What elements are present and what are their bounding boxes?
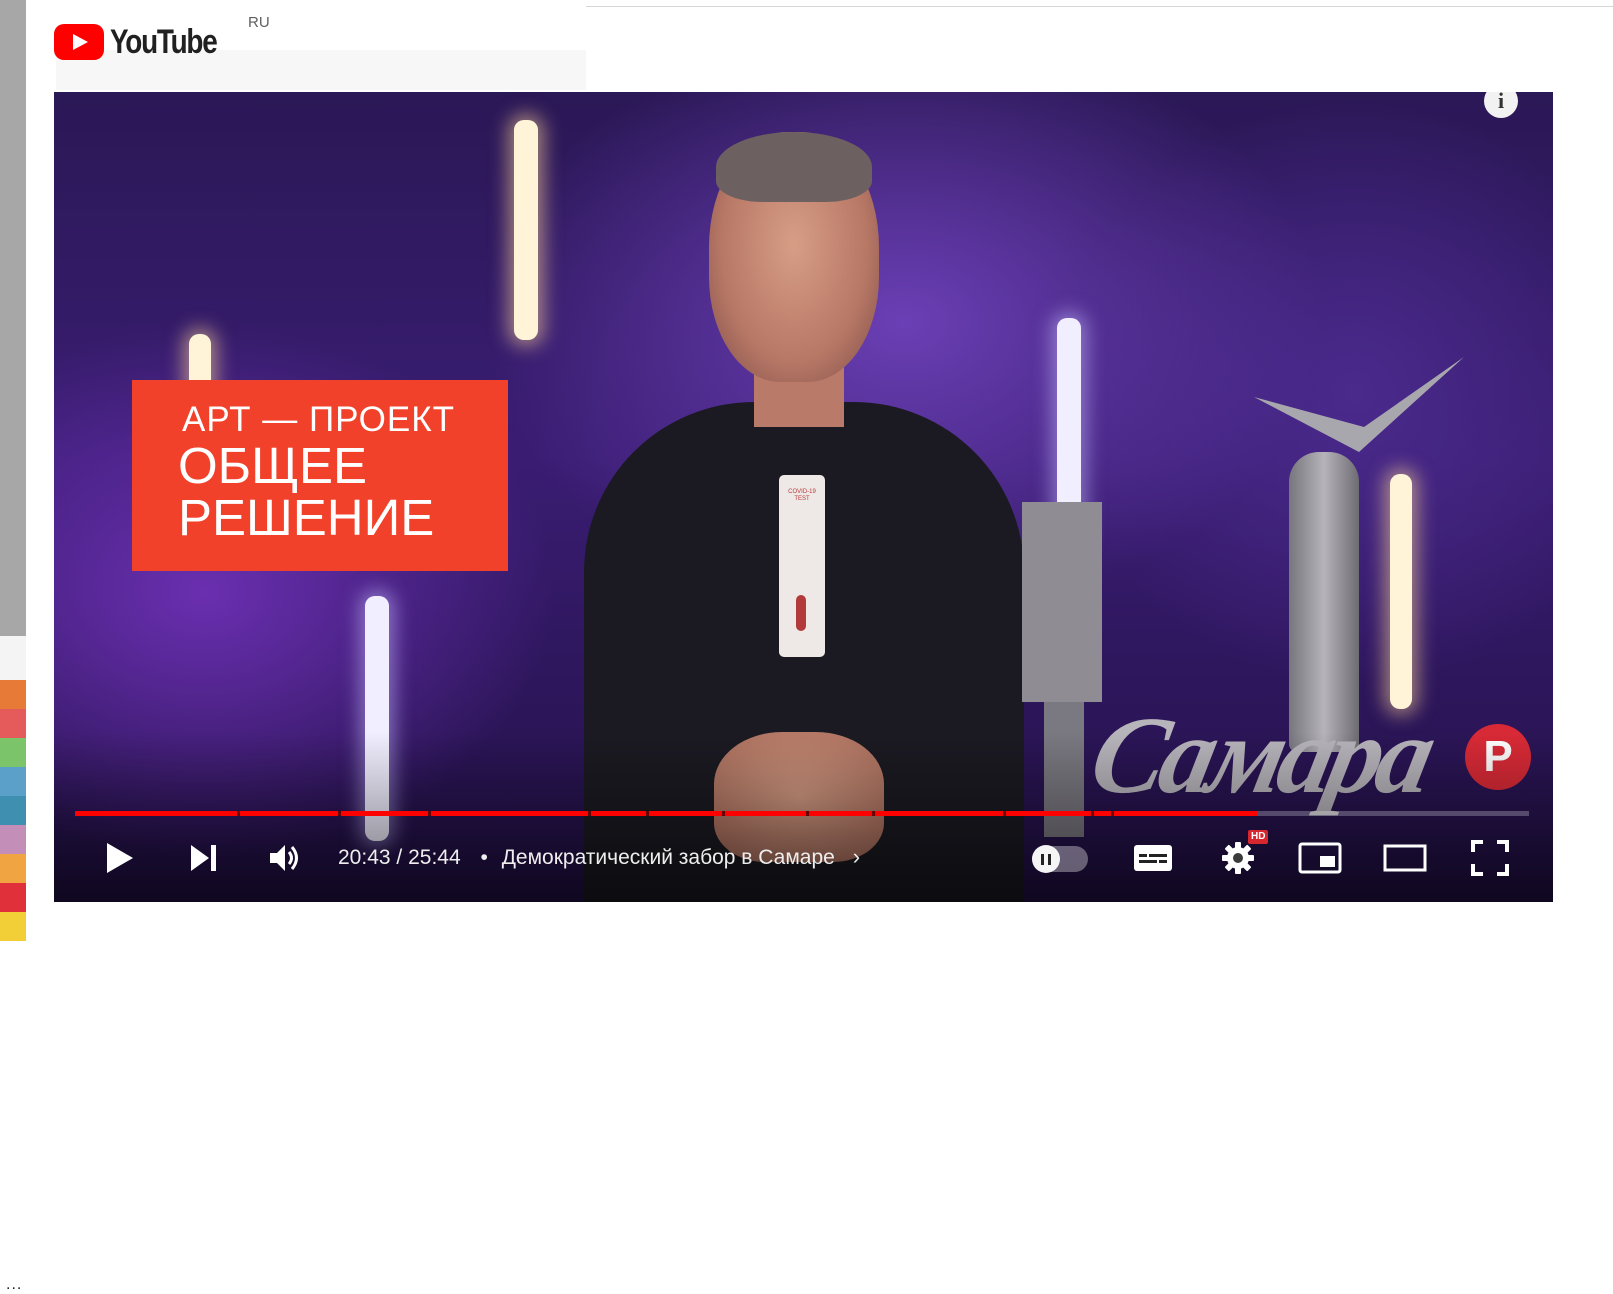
time-separator: / [396, 846, 403, 869]
fullscreen-icon [1471, 840, 1509, 876]
youtube-play-logo-icon [54, 24, 104, 60]
chapter-marker [338, 811, 341, 816]
youtube-header: YouTube RU [26, 0, 1613, 94]
color-swatch [0, 738, 26, 767]
volume-icon [270, 845, 298, 871]
autoplay-toggle[interactable] [1032, 845, 1088, 873]
neon-lamp [1390, 474, 1412, 709]
desktop-strip-gap: ... [0, 636, 26, 1293]
chapter-title[interactable]: Демократический забор в Самаре [502, 846, 835, 869]
chevron-right-icon[interactable]: › [853, 844, 860, 870]
region-code: RU [248, 14, 270, 31]
chapter-marker [646, 811, 649, 816]
subtitles-icon [1134, 845, 1172, 871]
neon-lamp [365, 596, 389, 841]
autoplay-pause-icon [1032, 845, 1060, 873]
subtitles-button[interactable] [1127, 826, 1179, 890]
color-swatch [0, 912, 26, 941]
progress-bar[interactable] [75, 811, 1529, 816]
miniplayer-icon [1298, 842, 1342, 874]
header-top-line [586, 6, 1613, 7]
chapter-marker [428, 811, 431, 816]
test-strip-label: COVID-19 TEST [788, 489, 816, 502]
skip-next-icon [191, 845, 216, 871]
chapter-marker [806, 811, 809, 816]
duration: 25:44 [408, 846, 461, 869]
art-project-overlay: АРТ — ПРОЕКТ ОБЩЕЕ РЕШЕНИЕ [132, 380, 508, 571]
color-swatch [0, 767, 26, 796]
current-time: 20:43 [338, 846, 391, 869]
fullscreen-button[interactable] [1464, 826, 1516, 890]
art-project-line1: АРТ — ПРОЕКТ [182, 400, 456, 439]
channel-badge-icon: Р [1465, 724, 1531, 790]
color-swatch [0, 796, 26, 825]
statue-plinth [1022, 502, 1102, 702]
video-player[interactable]: COVID-19 TEST Самара Р i АРТ — ПРОЕКТ ОБ… [54, 92, 1553, 902]
play-button[interactable] [96, 826, 142, 890]
hd-badge: HD [1248, 830, 1269, 844]
art-project-line2: ОБЩЕЕ [178, 437, 367, 494]
chapter-marker [1091, 811, 1094, 816]
chapter-marker [1111, 811, 1114, 816]
volume-button[interactable] [262, 826, 308, 890]
chapter-marker [237, 811, 240, 816]
theater-mode-icon [1383, 844, 1427, 872]
chapter-marker [1003, 811, 1006, 816]
chapter-bullet: • [480, 846, 488, 869]
color-swatch [0, 883, 26, 912]
more-dots-icon[interactable]: ... [6, 1276, 22, 1294]
color-swatch [0, 680, 26, 709]
info-icon[interactable]: i [1484, 92, 1518, 118]
chapter-marker [588, 811, 591, 816]
color-swatch [0, 854, 26, 883]
statue-wings [1254, 357, 1464, 452]
presenter-hair [716, 132, 872, 202]
theater-mode-button[interactable] [1379, 826, 1431, 890]
color-swatch [0, 709, 26, 738]
gear-icon [1222, 842, 1254, 874]
color-swatch [0, 825, 26, 854]
chapter-marker [722, 811, 725, 816]
chapter-marker [872, 811, 875, 816]
time-display: 20:43 / 25:44 • Демократический забор в … [338, 844, 860, 870]
player-controls: 20:43 / 25:44 • Демократический забор в … [54, 826, 1553, 892]
settings-button[interactable]: HD [1212, 826, 1269, 890]
neon-lamp [514, 120, 538, 340]
play-icon [107, 843, 133, 873]
samara-watermark: Самара [1081, 694, 1441, 816]
youtube-wordmark: YouTube [110, 22, 218, 61]
next-button[interactable] [180, 826, 226, 890]
art-project-line3: РЕШЕНИЕ [178, 489, 435, 546]
covid-test-strip: COVID-19 TEST [779, 475, 825, 657]
youtube-logo[interactable]: YouTube [54, 22, 240, 62]
miniplayer-button[interactable] [1294, 826, 1346, 890]
test-strip-window [796, 595, 806, 631]
desktop-left-strip: ... [0, 0, 26, 1293]
progress-played [75, 811, 1258, 816]
